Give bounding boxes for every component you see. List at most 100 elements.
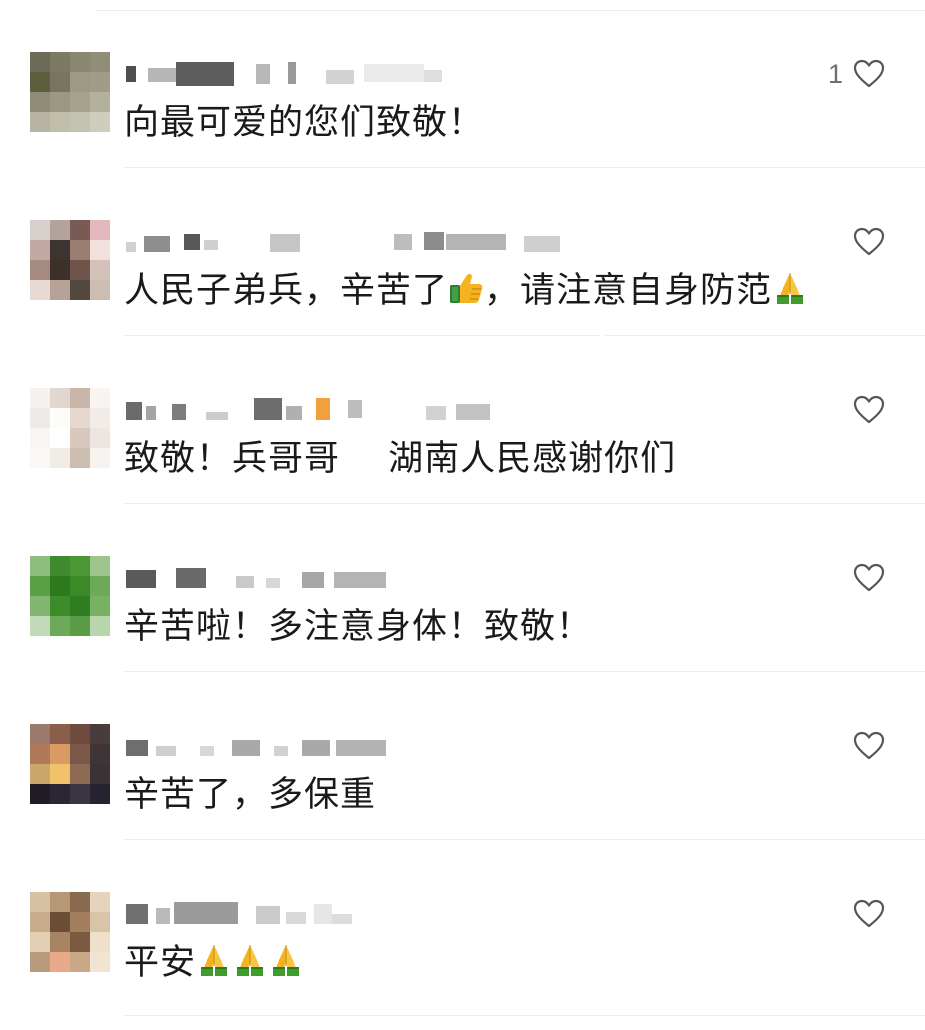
avatar-pixel — [90, 892, 110, 912]
like-button[interactable] — [843, 898, 885, 930]
avatar-pixel — [70, 892, 90, 912]
heart-icon — [853, 395, 885, 425]
avatar-pixel — [90, 784, 110, 804]
username-blurred[interactable] — [126, 396, 586, 422]
username-blurred[interactable] — [126, 564, 586, 590]
avatar-pixel — [30, 388, 50, 408]
heart-icon — [853, 731, 885, 761]
heart-icon — [853, 563, 885, 593]
comment-item[interactable]: 人民子弟兵，辛苦了 ，请注意自身防范 — [0, 168, 925, 336]
username-blurred[interactable] — [126, 900, 586, 926]
comment-text: 辛苦啦！多注意身体！致敬！ — [124, 604, 592, 650]
avatar-pixel — [30, 112, 50, 132]
comment-text-segment: 向最可爱的您们致敬！ — [124, 103, 485, 143]
folded-hands-icon — [772, 270, 808, 306]
heart-icon — [853, 899, 885, 929]
avatar[interactable] — [30, 52, 110, 132]
comment-item[interactable]: 平安 — [0, 840, 925, 1016]
avatar-pixel — [70, 408, 90, 428]
comment-text: 人民子弟兵，辛苦了 ，请注意自身防范 — [124, 268, 808, 314]
like-button[interactable] — [843, 730, 885, 762]
avatar-pixel — [50, 428, 70, 448]
avatar-pixel — [90, 952, 110, 972]
avatar-pixel — [30, 616, 50, 636]
like-button[interactable]: 1 — [828, 58, 885, 90]
avatar-pixel — [30, 240, 50, 260]
avatar-pixel — [90, 388, 110, 408]
avatar-pixel — [70, 220, 90, 240]
avatar-pixel — [30, 596, 50, 616]
avatar-pixel — [30, 260, 50, 280]
avatar-pixel — [70, 52, 90, 72]
avatar-pixel — [30, 52, 50, 72]
avatar-pixel — [30, 932, 50, 952]
avatar-pixel — [70, 952, 90, 972]
avatar-pixel — [30, 280, 50, 300]
avatar-pixel — [70, 556, 90, 576]
comment-text: 辛苦了，多保重 — [124, 772, 376, 818]
avatar-pixel — [50, 72, 70, 92]
avatar[interactable] — [30, 388, 110, 468]
avatar-pixel — [30, 952, 50, 972]
avatar-pixel — [90, 448, 110, 468]
avatar-pixel — [50, 912, 70, 932]
avatar-pixel — [90, 616, 110, 636]
avatar-pixel — [30, 724, 50, 744]
like-button[interactable] — [843, 226, 885, 258]
avatar-pixel — [70, 912, 90, 932]
avatar-pixel — [30, 744, 50, 764]
avatar-pixel — [30, 764, 50, 784]
like-button[interactable] — [843, 394, 885, 426]
avatar-pixel — [30, 576, 50, 596]
avatar-pixel — [50, 388, 70, 408]
avatar-pixel — [70, 724, 90, 744]
avatar-pixel — [50, 240, 70, 260]
avatar-pixel — [90, 240, 110, 260]
comment-item[interactable]: 辛苦了，多保重 — [0, 672, 925, 840]
avatar-pixel — [70, 388, 90, 408]
avatar-pixel — [70, 448, 90, 468]
avatar-pixel — [50, 52, 70, 72]
avatar-pixel — [70, 576, 90, 596]
comment-item[interactable]: 辛苦啦！多注意身体！致敬！ — [0, 504, 925, 672]
comment-text: 向最可爱的您们致敬！ — [124, 100, 484, 146]
username-blurred[interactable] — [126, 60, 586, 86]
folded-hands-icon — [268, 942, 304, 978]
folded-hands-icon — [196, 942, 232, 978]
avatar-pixel — [90, 576, 110, 596]
folded-hands-icon — [232, 942, 268, 978]
username-blurred[interactable] — [126, 732, 586, 758]
avatar-pixel — [30, 892, 50, 912]
like-button[interactable] — [843, 562, 885, 594]
comment-item[interactable]: 致敬！兵哥哥 湖南人民感谢你们 — [0, 336, 925, 504]
avatar-pixel — [50, 448, 70, 468]
avatar-pixel — [30, 408, 50, 428]
comment-text-segment: ，请注意自身防范 — [484, 271, 773, 311]
avatar-pixel — [90, 428, 110, 448]
avatar-pixel — [50, 764, 70, 784]
avatar[interactable] — [30, 892, 110, 972]
avatar[interactable] — [30, 556, 110, 636]
avatar-pixel — [70, 596, 90, 616]
avatar-pixel — [50, 556, 70, 576]
avatar[interactable] — [30, 724, 110, 804]
avatar-pixel — [50, 280, 70, 300]
avatar-pixel — [70, 784, 90, 804]
avatar-pixel — [70, 744, 90, 764]
avatar[interactable] — [30, 220, 110, 300]
avatar-pixel — [90, 724, 110, 744]
avatar-pixel — [70, 280, 90, 300]
avatar-pixel — [50, 892, 70, 912]
comment-text: 平安 — [124, 940, 304, 986]
avatar-pixel — [90, 52, 110, 72]
avatar-pixel — [50, 408, 70, 428]
avatar-pixel — [90, 744, 110, 764]
avatar-pixel — [30, 428, 50, 448]
username-blurred[interactable] — [126, 228, 586, 254]
avatar-pixel — [50, 576, 70, 596]
like-count: 1 — [827, 58, 843, 89]
avatar-pixel — [30, 92, 50, 112]
avatar-pixel — [30, 784, 50, 804]
avatar-pixel — [90, 408, 110, 428]
comment-item[interactable]: 向最可爱的您们致敬！ 1 — [0, 0, 925, 168]
